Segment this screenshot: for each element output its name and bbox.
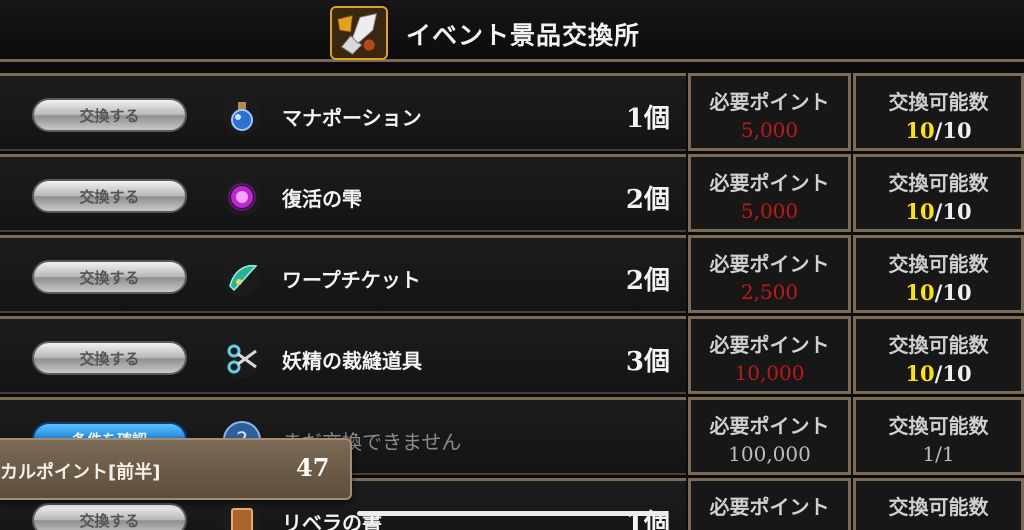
item-quantity: 2個: [625, 266, 670, 296]
count-label: 交換可能数: [888, 90, 989, 114]
scissors-icon: [223, 340, 261, 378]
points-value: 2,500: [740, 280, 799, 304]
points-overlay-value: 47: [296, 453, 330, 482]
count-total: /10: [934, 361, 972, 386]
count-value: 10/10: [856, 361, 1021, 386]
count-remaining: 10: [905, 199, 935, 224]
item-name: ワープチケット: [282, 268, 421, 292]
list-item: 交換する ワープチケット 2個 必要ポイント 2,500 交換可能数 10/10: [0, 235, 1024, 313]
exchange-button[interactable]: 交換する: [32, 341, 187, 375]
count-cell: 交換可能数 1/1: [853, 397, 1024, 475]
points-value: 10,000: [734, 361, 805, 385]
item-quantity: 1個: [625, 104, 670, 134]
item-quantity: 3個: [625, 347, 670, 377]
count-value: 10/10: [856, 118, 1021, 143]
count-remaining: 10: [905, 280, 935, 305]
count-total: /10: [934, 199, 972, 224]
drop-icon: [223, 178, 261, 216]
points-cell: 必要ポイント 2,500: [688, 235, 851, 313]
count-total: /10: [934, 118, 972, 143]
exchange-button[interactable]: 交換する: [32, 98, 187, 132]
count-remaining: 10: [905, 118, 935, 143]
count-total: /10: [934, 280, 972, 305]
header-bar: イベント景品交換所: [0, 0, 1024, 62]
count-label: 交換可能数: [888, 333, 989, 357]
count-value: 10/10: [856, 199, 1021, 224]
item-name: 復活の雫: [282, 187, 362, 211]
count-cell: 交換可能数 10/10: [853, 154, 1024, 232]
points-value: 100,000: [728, 442, 811, 466]
points-value: 5,000: [740, 118, 799, 142]
points-cell: 必要ポイント 100,000: [688, 397, 851, 475]
points-overlay: カルポイント[前半] 47: [0, 438, 352, 500]
points-label: 必要ポイント: [709, 414, 830, 438]
points-overlay-label: カルポイント[前半]: [0, 462, 161, 483]
points-label: 必要ポイント: [709, 171, 830, 195]
item-quantity: 1個: [625, 509, 670, 530]
list-item: 交換する 復活の雫 2個 必要ポイント 5,000 交換可能数 10/10: [0, 154, 1024, 232]
home-indicator[interactable]: [357, 511, 667, 516]
sword-shield-icon: [330, 6, 388, 60]
count-label: 交換可能数: [888, 495, 989, 519]
item-panel: 交換する 復活の雫 2個: [0, 154, 686, 232]
exchange-button[interactable]: 交換する: [32, 179, 187, 213]
item-name: 妖精の裁縫道具: [282, 349, 422, 373]
count-cell: 交換可能数: [853, 478, 1024, 530]
count-label: 交換可能数: [888, 171, 989, 195]
points-label: 必要ポイント: [709, 333, 830, 357]
potion-icon: [223, 97, 261, 135]
book-icon: [223, 502, 261, 530]
item-panel: 交換する 妖精の裁縫道具 3個: [0, 316, 686, 394]
item-name: マナポーション: [282, 106, 422, 130]
list-item: 交換する マナポーション 1個 必要ポイント 5,000 交換可能数 10/10: [0, 73, 1024, 151]
points-cell: 必要ポイント 10,000: [688, 316, 851, 394]
count-value: 10/10: [856, 280, 1021, 305]
item-quantity: 2個: [625, 185, 670, 215]
exchange-button[interactable]: 交換する: [32, 260, 187, 294]
count-value: 1/1: [922, 442, 955, 466]
count-cell: 交換可能数 10/10: [853, 73, 1024, 151]
points-cell: 必要ポイント: [688, 478, 851, 530]
count-label: 交換可能数: [888, 252, 989, 276]
item-panel: 交換する マナポーション 1個: [0, 73, 686, 151]
count-cell: 交換可能数 10/10: [853, 316, 1024, 394]
points-value: 5,000: [740, 199, 799, 223]
count-remaining: 10: [905, 361, 935, 386]
item-panel: 交換する ワープチケット 2個: [0, 235, 686, 313]
count-cell: 交換可能数 10/10: [853, 235, 1024, 313]
page-title: イベント景品交換所: [406, 21, 641, 50]
count-label: 交換可能数: [888, 414, 989, 438]
points-cell: 必要ポイント 5,000: [688, 154, 851, 232]
points-label: 必要ポイント: [709, 252, 830, 276]
points-label: 必要ポイント: [709, 495, 830, 519]
points-label: 必要ポイント: [709, 90, 830, 114]
list-item: 交換する 妖精の裁縫道具 3個 必要ポイント 10,000 交換可能数 10/1…: [0, 316, 1024, 394]
points-cell: 必要ポイント 5,000: [688, 73, 851, 151]
ticket-icon: [223, 259, 261, 297]
exchange-button[interactable]: 交換する: [32, 503, 187, 530]
